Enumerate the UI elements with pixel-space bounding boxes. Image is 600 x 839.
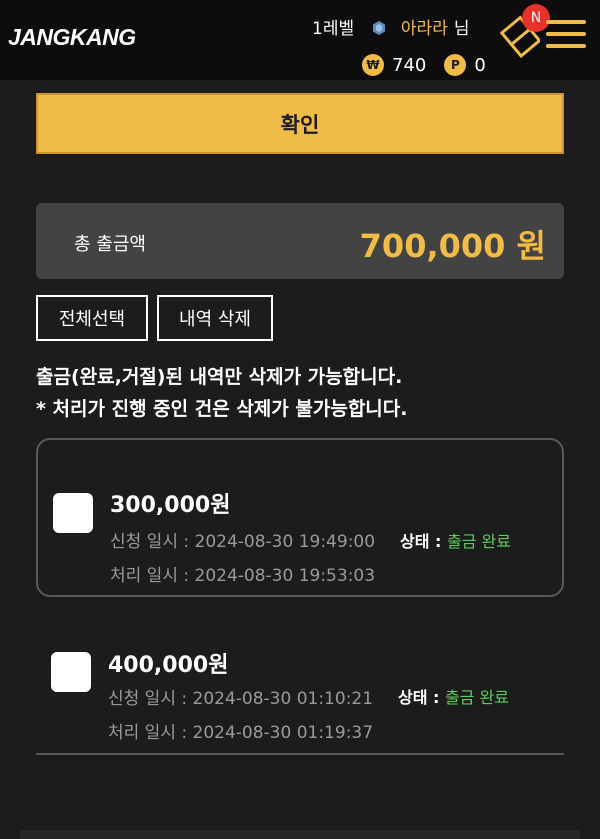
status-label: 상태 : [400,532,447,551]
nickname-suffix: 님 [453,19,470,39]
status-value: 출금 완료 [444,688,509,707]
total-withdrawal-amount: 700,000 원 [359,227,546,265]
logo-text-kang: KANG [69,24,136,50]
item-checkbox[interactable] [51,652,91,692]
withdrawal-amount: 400,000원 [108,653,229,678]
delete-history-button[interactable]: 내역 삭제 [157,295,273,341]
process-datetime: 처리 일시 : 2024-08-30 01:19:37 [108,723,374,743]
won-coin-icon: ₩ [362,54,384,76]
withdrawal-amount: 300,000원 [110,493,231,518]
process-datetime: 처리 일시 : 2024-08-30 19:53:03 [110,566,376,586]
item-checkbox[interactable] [53,493,93,533]
withdrawal-item: 300,000원 신청 일시 : 2024-08-30 19:49:00 처리 … [36,438,564,597]
total-withdrawal-label: 총 출금액 [74,234,146,255]
top-header: JANGKANG 1레벨 아라라 님 ₩ 740 P 0 N [0,0,600,80]
select-all-button[interactable]: 전체선택 [36,295,148,341]
confirm-button[interactable]: 확인 [36,93,564,154]
withdrawal-item: 400,000원 신청 일시 : 2024-08-30 01:10:21 처리 … [36,598,564,755]
jangkang-logo[interactable]: JANGKANG [8,24,136,51]
total-withdrawal-box: 총 출금액 700,000 원 [36,203,564,279]
withdrawal-status: 상태 : 출금 완료 [398,684,509,708]
won-balance: 740 [392,54,427,76]
balance-info: ₩ 740 P 0 [362,54,504,76]
menu-icon[interactable] [546,18,586,50]
user-nickname[interactable]: 아라라 [401,19,448,39]
notice-line-1: 출금(완료,거절)된 내역만 삭제가 가능합니다. [36,366,403,388]
status-value: 출금 완료 [446,532,511,551]
request-datetime: 신청 일시 : 2024-08-30 19:49:00 [110,532,376,552]
withdrawal-status: 상태 : 출금 완료 [400,528,511,552]
level-gem-icon [372,21,385,35]
bottom-bar [20,830,580,839]
status-label: 상태 : [398,688,445,707]
user-level: 1레벨 [312,19,355,39]
user-info: 1레벨 아라라 님 [312,14,469,39]
logo-text-jang: JANG [8,24,70,50]
notice-line-2: * 처리가 진행 중인 건은 삭제가 불가능합니다. [36,398,408,420]
point-coin-icon: P [444,54,467,76]
point-balance: 0 [474,54,486,76]
request-datetime: 신청 일시 : 2024-08-30 01:10:21 [108,689,374,709]
